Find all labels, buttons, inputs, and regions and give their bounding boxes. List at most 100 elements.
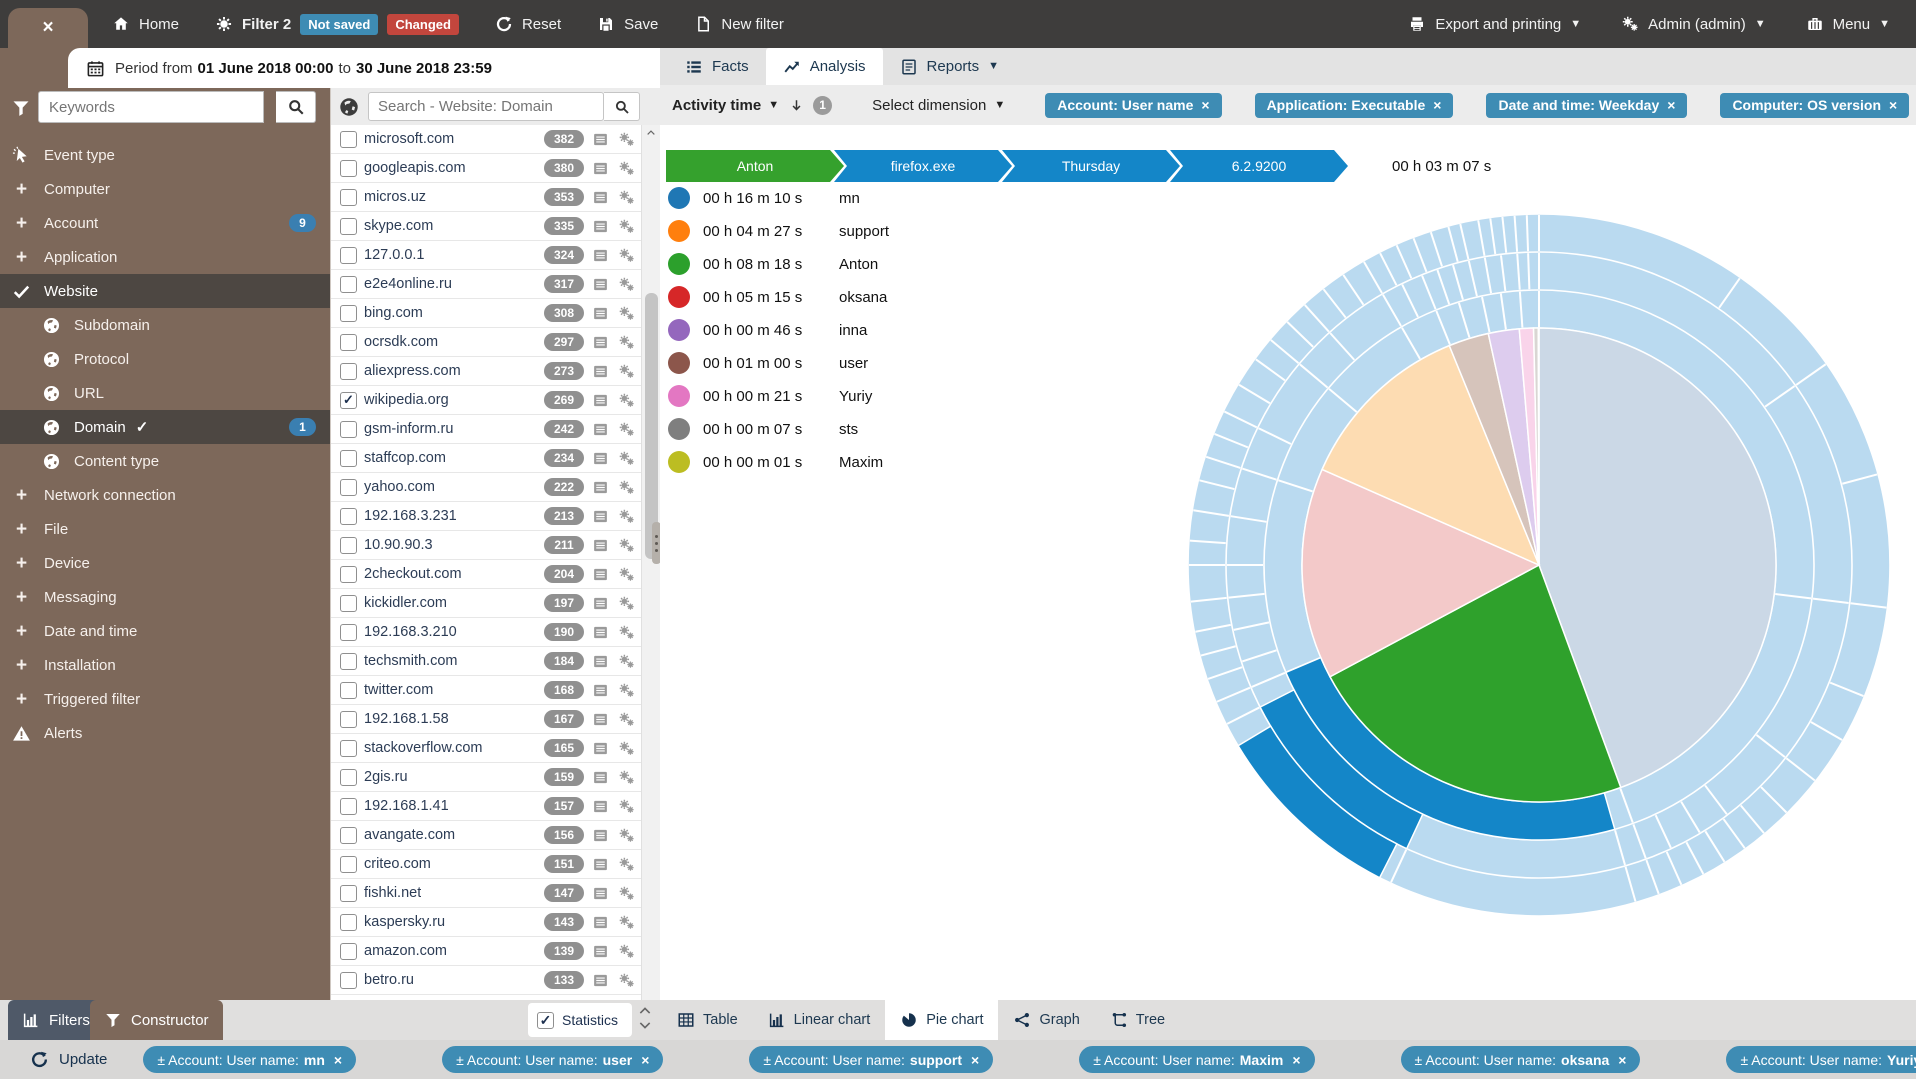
remove-chip-icon[interactable]: ×: [1618, 1052, 1626, 1068]
domain-label[interactable]: 10.90.90.3: [364, 537, 433, 553]
domain-label[interactable]: criteo.com: [364, 856, 431, 872]
account-filter-chip[interactable]: ± Account: User name:support×: [749, 1046, 993, 1073]
home-button[interactable]: Home: [112, 15, 179, 33]
sidebar-item-content-type[interactable]: Content type: [0, 444, 330, 478]
domain-checkbox[interactable]: [340, 711, 357, 728]
domain-label[interactable]: 192.168.3.231: [364, 508, 457, 524]
domain-checkbox[interactable]: [340, 479, 357, 496]
remove-chip-icon[interactable]: ×: [1201, 97, 1209, 113]
domain-checkbox[interactable]: [340, 218, 357, 235]
domain-label[interactable]: bing.com: [364, 305, 423, 321]
breadcrumb-step[interactable]: 6.2.9200: [1170, 150, 1348, 182]
domain-checkbox[interactable]: [340, 305, 357, 322]
domain-label[interactable]: 192.168.1.41: [364, 798, 449, 814]
sidebar-item-alerts[interactable]: Alerts: [0, 716, 330, 750]
domain-checkbox[interactable]: [340, 740, 357, 757]
scrollbar-thumb[interactable]: [645, 293, 658, 559]
settings-gears-icon[interactable]: [617, 131, 636, 148]
domain-label[interactable]: kaspersky.ru: [364, 914, 445, 930]
tab-reports[interactable]: Reports▼: [883, 48, 1016, 85]
sidebar-item-url[interactable]: URL: [0, 376, 330, 410]
export-printing-menu[interactable]: Export and printing ▼: [1408, 15, 1581, 33]
settings-gears-icon[interactable]: [617, 827, 636, 844]
close-filter-tab[interactable]: ×: [8, 8, 88, 48]
settings-gears-icon[interactable]: [617, 479, 636, 496]
domain-checkbox[interactable]: [340, 682, 357, 699]
settings-gears-icon[interactable]: [617, 247, 636, 264]
settings-gears-icon[interactable]: [617, 537, 636, 554]
reset-button[interactable]: Reset: [495, 15, 561, 33]
details-icon[interactable]: [591, 653, 610, 670]
tab-facts[interactable]: Facts: [668, 48, 766, 85]
breadcrumb-step[interactable]: firefox.exe: [834, 150, 1012, 182]
keywords-search-button[interactable]: [276, 91, 316, 123]
domain-label[interactable]: gsm-inform.ru: [364, 421, 453, 437]
sidebar-item-subdomain[interactable]: Subdomain: [0, 308, 330, 342]
domain-label[interactable]: fishki.net: [364, 885, 421, 901]
dimension-chip[interactable]: Date and time: Weekday×: [1486, 93, 1687, 118]
settings-gears-icon[interactable]: [617, 421, 636, 438]
legend-item[interactable]: 00 h 00 m 21 sYuriy: [668, 385, 889, 407]
domain-checkbox[interactable]: [340, 769, 357, 786]
dimension-chip[interactable]: Application: Executable×: [1255, 93, 1454, 118]
chart-tab-table[interactable]: Table: [662, 1000, 753, 1040]
account-filter-chip[interactable]: ± Account: User name:mn×: [143, 1046, 356, 1073]
details-icon[interactable]: [591, 914, 610, 931]
account-filter-chip[interactable]: ± Account: User name:user×: [442, 1046, 663, 1073]
domain-checkbox[interactable]: [340, 247, 357, 264]
domain-checkbox[interactable]: [340, 363, 357, 380]
remove-chip-icon[interactable]: ×: [1889, 97, 1897, 113]
settings-gears-icon[interactable]: [617, 363, 636, 380]
domain-checkbox[interactable]: [340, 798, 357, 815]
legend-item[interactable]: 00 h 00 m 01 sMaxim: [668, 451, 889, 473]
settings-gears-icon[interactable]: [617, 682, 636, 699]
update-button[interactable]: Update: [30, 1050, 107, 1069]
settings-gears-icon[interactable]: [617, 160, 636, 177]
details-icon[interactable]: [591, 769, 610, 786]
details-icon[interactable]: [591, 624, 610, 641]
details-icon[interactable]: [591, 885, 610, 902]
settings-gears-icon[interactable]: [617, 305, 636, 322]
details-icon[interactable]: [591, 943, 610, 960]
details-icon[interactable]: [591, 682, 610, 699]
scroll-up-icon[interactable]: [638, 1004, 652, 1018]
domain-checkbox[interactable]: [340, 653, 357, 670]
settings-gears-icon[interactable]: [617, 740, 636, 757]
dimension-chip[interactable]: Account: User name×: [1045, 93, 1221, 118]
settings-gears-icon[interactable]: [617, 653, 636, 670]
sidebar-item-device[interactable]: +Device: [0, 546, 330, 580]
domain-label[interactable]: microsoft.com: [364, 131, 454, 147]
menu-button[interactable]: Menu ▼: [1806, 15, 1890, 33]
settings-gears-icon[interactable]: [617, 392, 636, 409]
details-icon[interactable]: [591, 798, 610, 815]
domain-checkbox[interactable]: [340, 189, 357, 206]
domain-label[interactable]: betro.ru: [364, 972, 414, 988]
domain-label[interactable]: ocrsdk.com: [364, 334, 438, 350]
remove-chip-icon[interactable]: ×: [1667, 97, 1675, 113]
sidebar-item-file[interactable]: +File: [0, 512, 330, 546]
settings-gears-icon[interactable]: [617, 276, 636, 293]
details-icon[interactable]: [591, 131, 610, 148]
domain-checkbox[interactable]: [340, 856, 357, 873]
settings-gears-icon[interactable]: [617, 624, 636, 641]
legend-item[interactable]: 00 h 16 m 10 smn: [668, 187, 889, 209]
domain-label[interactable]: googleapis.com: [364, 160, 466, 176]
sidebar-item-date-and-time[interactable]: +Date and time: [0, 614, 330, 648]
breadcrumb-step[interactable]: Thursday: [1002, 150, 1180, 182]
domain-checkbox[interactable]: [340, 131, 357, 148]
domain-label[interactable]: techsmith.com: [364, 653, 457, 669]
details-icon[interactable]: [591, 595, 610, 612]
domain-label[interactable]: e2e4online.ru: [364, 276, 452, 292]
domain-label[interactable]: 2checkout.com: [364, 566, 462, 582]
details-icon[interactable]: [591, 276, 610, 293]
details-icon[interactable]: [591, 334, 610, 351]
sidebar-item-triggered-filter[interactable]: +Triggered filter: [0, 682, 330, 716]
sidebar-item-event-type[interactable]: Event type: [0, 138, 330, 172]
details-icon[interactable]: [591, 160, 610, 177]
chart-tab-graph[interactable]: Graph: [998, 1000, 1094, 1040]
domain-checkbox[interactable]: [340, 537, 357, 554]
details-icon[interactable]: [591, 711, 610, 728]
chart-tab-pie-chart[interactable]: Pie chart: [885, 1000, 998, 1040]
domain-label[interactable]: skype.com: [364, 218, 433, 234]
domain-label[interactable]: wikipedia.org: [364, 392, 449, 408]
